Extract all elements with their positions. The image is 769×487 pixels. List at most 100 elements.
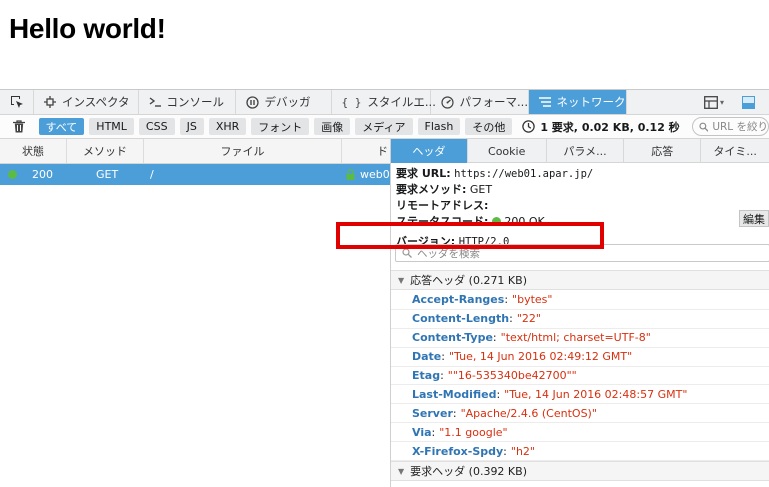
header-value: "1.1 google" [439,425,508,439]
tab-params[interactable]: パラメ... [547,139,625,163]
response-headers-section[interactable]: ▼ 応答ヘッダ (0.271 KB) [391,270,769,290]
toolbox-tabbar: インスペクタ コンソール デバッガ { } スタイルエ... パフォーマ... … [0,90,769,115]
filter-css-button[interactable]: CSS [138,118,175,135]
request-url-line: 要求 URL: https://web01.apar.jp/ [396,166,769,182]
performance-icon [440,95,454,109]
search-icon [402,248,412,258]
header-row[interactable]: Etag: ""16-535340be42700"" [391,367,769,386]
header-row[interactable]: X-Firefox-Spdy: "h2" [391,442,769,462]
tab-network[interactable]: ネットワーク [528,90,627,114]
tab-performance[interactable]: パフォーマ... [431,90,529,114]
tab-label: インスペクタ [62,95,130,109]
picker-icon [10,96,23,108]
frame-icon [704,95,718,109]
header-row[interactable]: Last-Modified: "Tue, 14 Jun 2016 02:48:57… [391,385,769,405]
header-row[interactable]: Date: "Tue, 14 Jun 2016 02:49:12 GMT" [391,348,769,367]
request-headers-section[interactable]: ▼ 要求ヘッダ (0.392 KB) [391,461,769,481]
search-icon [699,122,709,132]
header-name: Last-Modified [412,387,497,401]
header-name: Server [412,406,453,420]
row-file: / [150,168,154,181]
tab-label: スタイルエ... [367,95,436,109]
header-value: "Apache/2.4.6 (CentOS)" [460,406,597,420]
style-editor-icon: { } [341,95,362,109]
tab-label: デバッガ [264,95,311,109]
url-label: 要求 URL: [396,167,451,180]
filter-fonts-button[interactable]: フォント [251,118,310,135]
filter-html-button[interactable]: HTML [89,118,134,135]
header-name: X-Firefox-Spdy [412,444,504,458]
tab-inspector[interactable]: インスペクタ [34,90,139,114]
url-filter-placeholder: URL を絞り [712,121,768,133]
clear-button[interactable] [0,120,39,133]
header-name: Content-Length [412,312,510,326]
filter-flash-button[interactable]: Flash [417,118,461,135]
header-value: "Tue, 14 Jun 2016 02:49:12 GMT" [449,350,633,364]
tab-headers[interactable]: ヘッダ [391,139,468,163]
tab-response[interactable]: 応答 [624,139,702,163]
console-icon [149,96,161,108]
request-summary: 1 要求, 0.02 KB, 0.12 秒 [522,119,680,135]
layout-menu-button[interactable]: ▾ [704,95,724,109]
header-name: Via [412,425,432,439]
tab-timings[interactable]: タイミ... [701,139,769,163]
column-status[interactable]: 状態 [0,139,67,163]
header-row[interactable]: Content-Type: "text/html; charset=UTF-8" [391,329,769,348]
method-label: 要求メソッド: [396,183,467,196]
header-row[interactable]: Accept-Ranges: "bytes" [391,291,769,310]
devtools-panel: インスペクタ コンソール デバッガ { } スタイルエ... パフォーマ... … [0,89,769,487]
remote-address-line: リモートアドレス: [396,198,769,214]
request-method-line: 要求メソッド: GET [396,182,769,198]
toolbox-right-controls: ▾ [704,90,769,114]
highlight-annotation-box [336,222,604,249]
header-value: "22" [516,312,541,326]
column-file[interactable]: ファイル [144,139,342,163]
request-table-header: 状態 メソッド ファイル ド [0,139,390,164]
triangle-down-icon: ▼ [398,466,405,476]
edit-resend-button[interactable]: 編集 [739,210,769,227]
debugger-icon [245,95,259,109]
header-value: ""16-535340be42700"" [447,369,577,382]
tab-console[interactable]: コンソール [139,90,236,114]
request-details-panel: ヘッダ Cookie パラメ... 応答 タイミ... 要求 URL: http… [390,139,769,487]
header-value: "Tue, 14 Jun 2016 02:48:57 GMT" [504,387,688,401]
response-headers-list: Accept-Ranges: "bytes" Content-Length: "22… [391,291,769,462]
tab-label: コンソール [166,95,225,109]
url-filter-input[interactable]: URL を絞り [691,117,769,136]
table-row[interactable]: 200 GET / web0 [0,164,390,185]
filter-js-button[interactable]: JS [179,118,204,135]
tab-label: ネットワーク [556,95,626,109]
filter-all-button[interactable]: すべて [38,118,85,135]
row-method: GET [96,168,119,181]
lock-icon [346,169,355,180]
trash-icon [13,120,26,133]
section-title: 要求ヘッダ (0.392 KB) [410,465,527,478]
row-status: 200 [32,168,53,181]
clock-icon [522,120,536,133]
network-toolbar: すべて HTML CSS JS XHR フォント 画像 メディア Flash そ… [0,115,769,139]
triangle-down-icon: ▼ [398,275,405,285]
header-name: Accept-Ranges [412,293,505,307]
filter-media-button[interactable]: メディア [355,118,413,135]
header-value: "text/html; charset=UTF-8" [500,331,651,345]
filter-images-button[interactable]: 画像 [314,118,351,135]
tab-style-editor[interactable]: { } スタイルエ... [332,90,436,114]
header-row[interactable]: Content-Length: "22" [391,310,769,329]
page-heading: Hello world! [9,13,166,44]
filter-xhr-button[interactable]: XHR [208,118,247,135]
header-row[interactable]: Via: "1.1 google" [391,423,769,443]
header-name: Etag [412,369,441,382]
tab-cookies[interactable]: Cookie [468,139,547,163]
split-console-icon[interactable] [742,95,755,109]
filter-other-button[interactable]: その他 [465,118,513,135]
column-method[interactable]: メソッド [67,139,144,163]
row-domain: web0 [360,168,390,181]
inspector-icon [44,96,56,108]
column-domain[interactable]: ド [342,139,390,163]
network-icon [538,96,551,108]
element-picker-button[interactable] [0,90,34,114]
header-row[interactable]: Server: "Apache/2.4.6 (CentOS)" [391,404,769,424]
chevron-down-icon: ▾ [719,97,724,107]
tab-debugger[interactable]: デバッガ [236,90,332,114]
header-name: Content-Type [412,331,493,345]
